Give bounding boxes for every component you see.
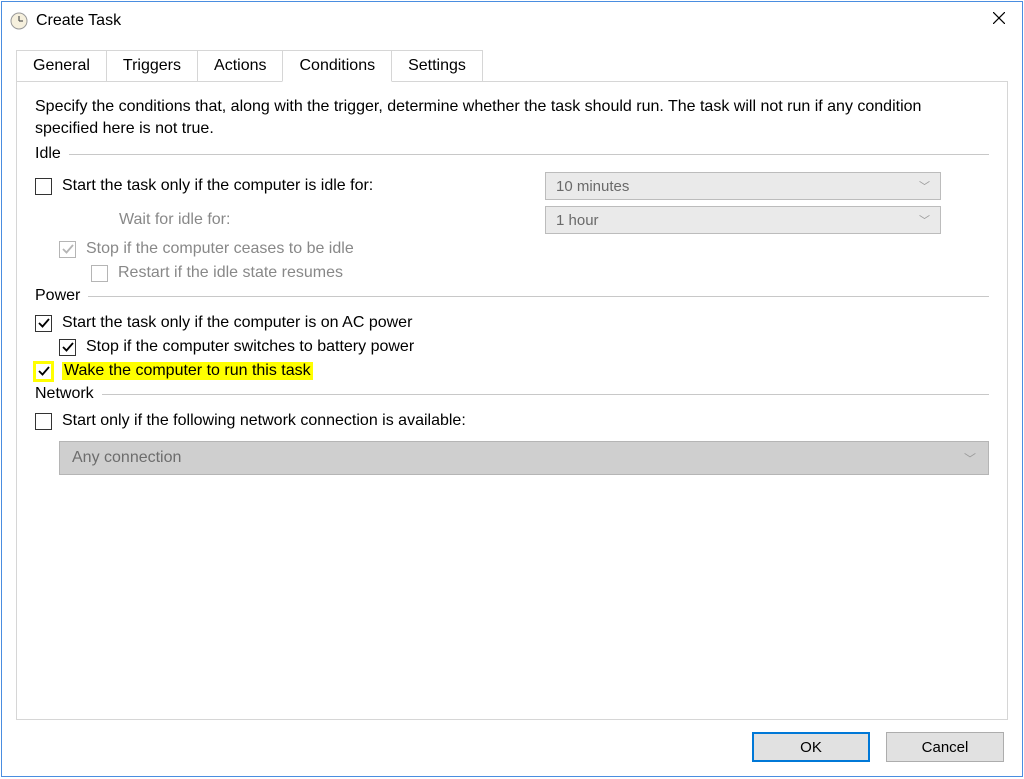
check-icon (62, 243, 74, 255)
dialog-buttons: OK Cancel (16, 720, 1008, 762)
chevron-down-icon: ﹀ (919, 178, 930, 194)
tab-settings[interactable]: Settings (391, 50, 483, 82)
row-stop-cease-idle: Stop if the computer ceases to be idle (35, 237, 989, 261)
dropdown-wait-duration[interactable]: 1 hour ﹀ (545, 206, 941, 234)
checkbox-restart-idle[interactable] (91, 265, 108, 282)
create-task-dialog: Create Task General Triggers Actions Con… (1, 1, 1023, 777)
check-icon (38, 365, 50, 377)
row-start-network: Start only if the following network conn… (35, 409, 989, 433)
dropdown-network[interactable]: Any connection ﹀ (59, 441, 989, 475)
chevron-down-icon: ﹀ (919, 212, 930, 228)
row-start-idle: Start the task only if the computer is i… (35, 169, 989, 203)
label-stop-battery: Stop if the computer switches to battery… (86, 338, 414, 356)
tab-actions[interactable]: Actions (197, 50, 283, 82)
dropdown-wait-duration-value: 1 hour (556, 212, 599, 229)
network-dropdown-wrap: Any connection ﹀ (35, 433, 989, 475)
section-title-network: Network (35, 385, 94, 403)
check-icon (38, 317, 50, 329)
divider (69, 154, 989, 155)
checkbox-start-network[interactable] (35, 413, 52, 430)
label-restart-idle: Restart if the idle state resumes (118, 264, 343, 282)
row-wake: Wake the computer to run this task (35, 359, 989, 383)
checkbox-stop-battery[interactable] (59, 339, 76, 356)
dropdown-network-value: Any connection (72, 449, 181, 467)
section-title-idle: Idle (35, 145, 61, 163)
dropdown-idle-duration[interactable]: 10 minutes ﹀ (545, 172, 941, 200)
label-wake: Wake the computer to run this task (62, 362, 313, 380)
checkbox-wake[interactable] (35, 363, 52, 380)
label-start-idle: Start the task only if the computer is i… (62, 177, 373, 195)
section-header-network: Network (35, 385, 989, 403)
section-header-idle: Idle (35, 145, 989, 163)
tab-strip: General Triggers Actions Conditions Sett… (16, 50, 1008, 82)
section-title-power: Power (35, 287, 80, 305)
conditions-panel: Specify the conditions that, along with … (16, 81, 1008, 720)
divider (102, 394, 989, 395)
close-button[interactable] (976, 2, 1022, 34)
row-wait-idle: Wait for idle for: 1 hour ﹀ (35, 203, 989, 237)
dropdown-idle-duration-value: 10 minutes (556, 178, 629, 195)
checkbox-stop-cease-idle[interactable] (59, 241, 76, 258)
label-start-network: Start only if the following network conn… (62, 412, 466, 430)
titlebar: Create Task (2, 2, 1022, 40)
row-stop-battery: Stop if the computer switches to battery… (35, 335, 989, 359)
label-stop-cease-idle: Stop if the computer ceases to be idle (86, 240, 354, 258)
tab-general[interactable]: General (16, 50, 107, 82)
clock-icon (10, 12, 28, 30)
dialog-content: General Triggers Actions Conditions Sett… (2, 40, 1022, 776)
cancel-button[interactable]: Cancel (886, 732, 1004, 762)
row-restart-idle: Restart if the idle state resumes (35, 261, 989, 285)
ok-button[interactable]: OK (752, 732, 870, 762)
tab-conditions[interactable]: Conditions (282, 50, 392, 82)
chevron-down-icon: ﹀ (964, 450, 976, 467)
check-icon (62, 341, 74, 353)
label-wait-idle: Wait for idle for: (119, 211, 230, 229)
section-header-power: Power (35, 287, 989, 305)
checkbox-start-ac[interactable] (35, 315, 52, 332)
label-start-ac: Start the task only if the computer is o… (62, 314, 412, 332)
close-icon (993, 12, 1005, 24)
checkbox-start-idle[interactable] (35, 178, 52, 195)
window-title: Create Task (36, 12, 121, 30)
divider (88, 296, 989, 297)
row-start-ac: Start the task only if the computer is o… (35, 311, 989, 335)
tab-triggers[interactable]: Triggers (106, 50, 198, 82)
conditions-intro: Specify the conditions that, along with … (35, 96, 989, 139)
